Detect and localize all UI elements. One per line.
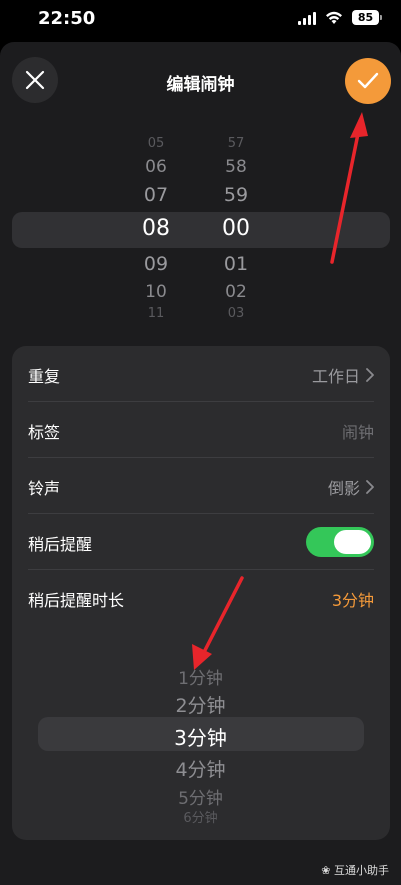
minute-option[interactable]: 03 xyxy=(206,306,266,321)
battery-indicator: 85 xyxy=(352,10,379,25)
tag-row[interactable]: 标签 闹钟 xyxy=(12,402,390,458)
duration-option[interactable]: 4分钟 xyxy=(0,755,401,782)
repeat-label: 重复 xyxy=(28,367,61,386)
minute-option[interactable]: 01 xyxy=(206,253,266,275)
watermark-logo-icon: ❀ xyxy=(321,864,331,877)
watermark: ❀ 互通小助手 xyxy=(321,862,389,878)
annotation-arrow-down xyxy=(192,576,244,670)
minute-wheel[interactable]: 57 58 59 00 01 02 03 xyxy=(206,132,266,322)
wifi-icon xyxy=(326,11,342,24)
minute-option[interactable]: 57 xyxy=(206,136,266,151)
hour-option[interactable]: 09 xyxy=(126,253,186,275)
hour-option[interactable]: 06 xyxy=(126,157,186,177)
snooze-duration-label: 稍后提醒时长 xyxy=(28,591,125,610)
snooze-duration-value: 3分钟 xyxy=(331,591,374,610)
hour-option[interactable]: 05 xyxy=(126,136,186,151)
duration-option-selected[interactable]: 3分钟 xyxy=(0,722,401,751)
toggle-knob xyxy=(334,530,371,554)
minute-option[interactable]: 59 xyxy=(206,184,266,206)
minute-option[interactable]: 58 xyxy=(206,157,266,177)
tag-label: 标签 xyxy=(28,423,61,442)
cellular-signal-icon xyxy=(298,12,316,25)
hour-option[interactable]: 10 xyxy=(126,282,186,302)
duration-option[interactable]: 6分钟 xyxy=(0,807,401,826)
snooze-label: 稍后提醒 xyxy=(28,535,93,554)
minute-option[interactable]: 02 xyxy=(206,282,266,302)
watermark-text: 互通小助手 xyxy=(334,864,389,877)
ringtone-row[interactable]: 铃声 倒影 xyxy=(12,458,390,514)
ringtone-value-text: 倒影 xyxy=(327,479,360,498)
chevron-right-icon xyxy=(366,368,374,382)
status-bar: 22:50 85 xyxy=(0,0,401,40)
minute-option-selected[interactable]: 00 xyxy=(206,216,266,241)
ringtone-value: 倒影 xyxy=(328,475,374,499)
snooze-toggle[interactable] xyxy=(306,527,374,557)
chevron-right-icon xyxy=(366,480,374,494)
hour-option[interactable]: 07 xyxy=(126,184,186,206)
confirm-button[interactable] xyxy=(345,58,391,104)
repeat-row[interactable]: 重复 工作日 xyxy=(12,346,390,402)
ringtone-label: 铃声 xyxy=(28,479,61,498)
page-title: 编辑闹钟 xyxy=(166,75,235,95)
hour-wheel[interactable]: 05 06 07 08 09 10 11 xyxy=(126,132,186,322)
hour-option-selected[interactable]: 08 xyxy=(126,216,186,241)
hour-option[interactable]: 11 xyxy=(126,306,186,321)
snooze-row: 稍后提醒 xyxy=(12,514,390,570)
repeat-value: 工作日 xyxy=(312,363,374,387)
battery-tip xyxy=(380,15,382,20)
status-time: 22:50 xyxy=(38,8,96,29)
checkmark-icon xyxy=(357,72,379,89)
tag-input[interactable]: 闹钟 xyxy=(342,419,374,443)
duration-option[interactable]: 2分钟 xyxy=(0,691,401,718)
repeat-value-text: 工作日 xyxy=(311,367,360,386)
duration-option[interactable]: 5分钟 xyxy=(0,784,401,809)
annotation-arrow-up xyxy=(330,112,368,264)
